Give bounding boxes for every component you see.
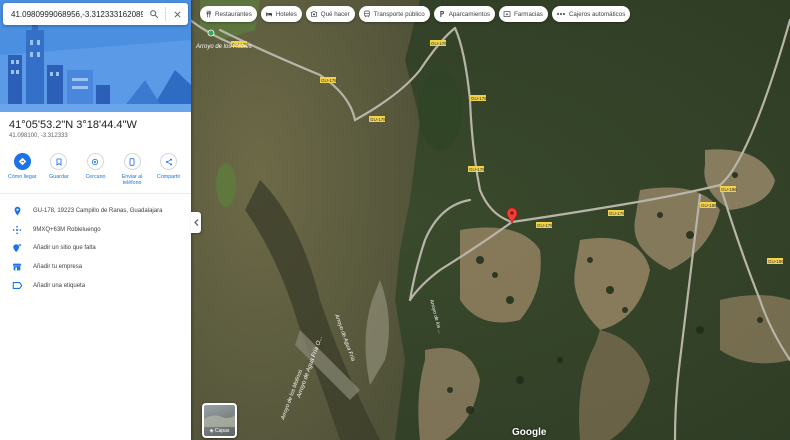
action-buttons: Cómo llegar Guardar Cercano Enviar al te… (0, 148, 191, 194)
road-label: GU-186 (768, 259, 784, 264)
share-button[interactable]: Compartir (152, 148, 186, 193)
place-info-list: GU-178, 19223 Campillo de Ranas, Guadala… (0, 202, 191, 295)
road-label: GU-178 (537, 223, 553, 228)
hotel-icon (265, 12, 272, 17)
road-label: GU-178 (431, 41, 447, 46)
road-label: GU-178 (471, 96, 487, 101)
search-input[interactable] (3, 3, 143, 25)
chip-restaurants[interactable]: Restaurantes (200, 6, 257, 22)
road-label: GU-178 (609, 211, 625, 216)
nearby-button[interactable]: Cercano (78, 148, 112, 193)
road-label: GU-186 (721, 187, 737, 192)
add-business-row[interactable]: Añadir tu empresa (0, 258, 191, 277)
send-to-phone-button[interactable]: Enviar al teléfono (115, 148, 149, 193)
search-button[interactable] (143, 3, 165, 25)
chip-parking[interactable]: Aparcamientos (433, 6, 496, 22)
plus-code-icon (12, 225, 22, 235)
road-label: GU-178 (370, 117, 386, 122)
place-decimal-coordinates: 41.098100, -3.312333 (9, 133, 68, 139)
side-panel: 41°05'53.2"N 3°18'44.4"W 41.098100, -3.3… (0, 0, 191, 440)
restaurant-icon (206, 10, 211, 18)
hero-illustration (0, 0, 191, 112)
layers-label: ◈ Capas (209, 428, 230, 434)
phone-icon (129, 157, 135, 166)
atm-icon (556, 13, 565, 15)
collapse-panel-button[interactable] (191, 212, 201, 233)
pharmacy-icon (503, 11, 511, 17)
camera-icon (310, 11, 317, 17)
close-icon (174, 11, 180, 17)
directions-icon (18, 157, 27, 166)
category-chips: Restaurantes Hoteles Qué hacer Transport… (200, 6, 631, 22)
add-label-row[interactable]: Añadir una etiqueta (0, 276, 191, 295)
layers-button[interactable]: ◈ Capas (202, 403, 237, 438)
location-pin-icon (14, 206, 20, 216)
layers-icon: ◈ (209, 428, 214, 434)
chip-pharmacies[interactable]: Farmacias (499, 6, 548, 22)
nearby-icon (92, 158, 99, 165)
parking-icon (440, 11, 444, 17)
chip-transit[interactable]: Transporte público (358, 6, 430, 22)
road-label: GU-186 (701, 203, 717, 208)
address-row[interactable]: GU-178, 19223 Campillo de Ranas, Guadala… (0, 202, 191, 221)
chip-atms[interactable]: Cajeros automáticos (551, 6, 631, 22)
chip-hotels[interactable]: Hoteles (260, 6, 302, 22)
road-label: GU-178 (321, 78, 337, 83)
chip-things-to-do[interactable]: Qué hacer (305, 6, 355, 22)
chevron-left-icon (193, 219, 198, 226)
park-marker-icon[interactable] (207, 29, 215, 37)
terrain-thumbnail (204, 415, 235, 427)
google-logo: Google (512, 427, 547, 438)
road-label: GU-178 (469, 167, 485, 172)
add-missing-place-row[interactable]: Añadir un sitio que falta (0, 239, 191, 258)
maps-app: GU-178 GU-178 GU-178 GU-178 GU-178 GU-17… (0, 0, 790, 440)
place-label: Arroyo de los Robles (195, 44, 252, 50)
directions-button[interactable]: Cómo llegar (5, 148, 39, 193)
place-title: 41°05'53.2"N 3°18'44.4"W (9, 119, 137, 131)
business-icon (12, 263, 22, 271)
search-icon (150, 10, 159, 19)
search-box (3, 3, 188, 25)
share-icon (165, 158, 172, 165)
transit-icon (364, 10, 370, 18)
close-button[interactable] (166, 3, 188, 25)
save-button[interactable]: Guardar (42, 148, 76, 193)
add-place-icon (13, 244, 22, 253)
label-icon (12, 282, 22, 290)
bookmark-icon (56, 158, 62, 166)
plus-code-row[interactable]: 9MXQ+63M Robleluengo (0, 221, 191, 240)
